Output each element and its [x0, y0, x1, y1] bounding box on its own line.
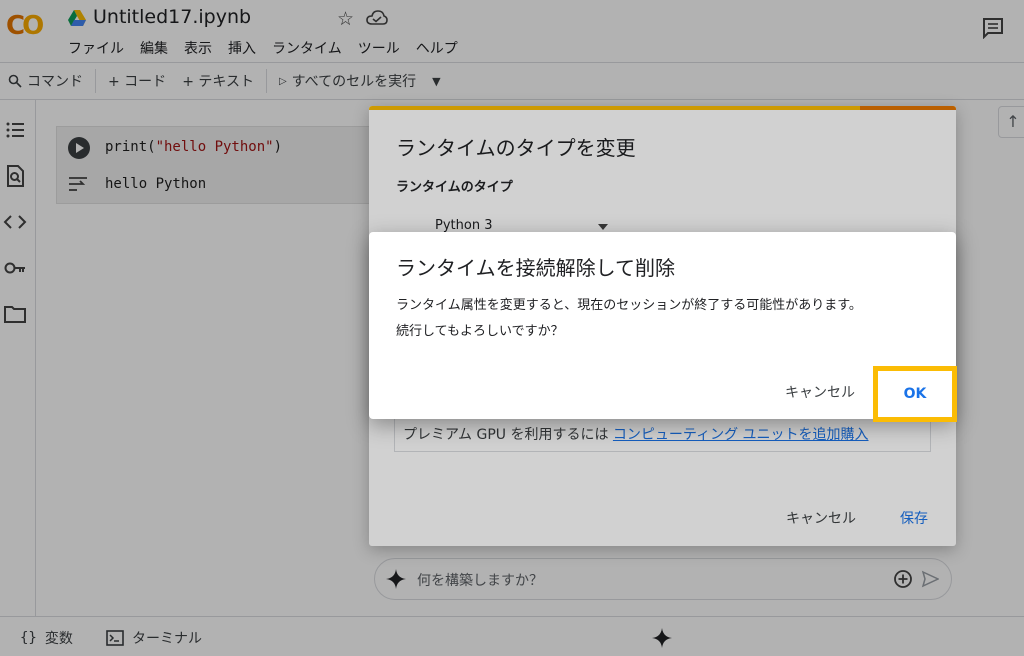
confirm-cancel-button[interactable]: キャンセル — [785, 382, 855, 402]
confirm-dialog-body: ランタイム属性を変更すると、現在のセッションが終了する可能性があります。 続行し… — [396, 293, 936, 345]
disconnect-confirm-dialog: ランタイムを接続解除して削除 ランタイム属性を変更すると、現在のセッションが終了… — [369, 232, 957, 422]
confirm-body-line2: 続行してもよろしいですか？ — [396, 324, 564, 339]
confirm-dialog-title: ランタイムを接続解除して削除 — [396, 256, 675, 280]
confirm-ok-button[interactable]: OK — [873, 366, 957, 422]
confirm-body-line1: ランタイム属性を変更すると、現在のセッションが終了する可能性があります。 — [396, 298, 862, 313]
